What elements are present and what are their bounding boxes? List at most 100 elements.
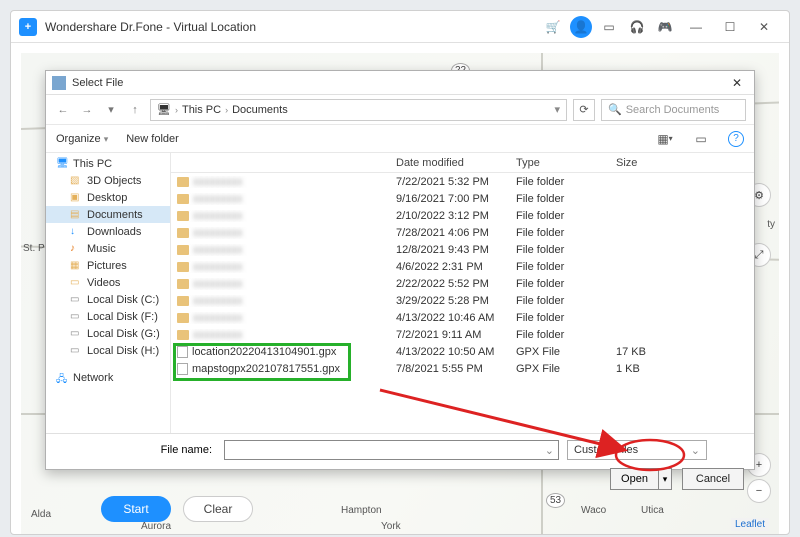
breadcrumb[interactable]: 🖥 › This PC › Documents ▾ bbox=[150, 99, 567, 121]
breadcrumb-sep: › bbox=[225, 105, 228, 115]
tree-item-label: Downloads bbox=[87, 226, 141, 238]
app-titlebar: + Wondershare Dr.Fone - Virtual Location… bbox=[11, 11, 789, 43]
file-row[interactable]: mapstogpx202107817551.gpx7/8/2021 5:55 P… bbox=[171, 360, 754, 377]
support-icon[interactable]: 🎧 bbox=[626, 16, 648, 38]
cancel-button[interactable]: Cancel bbox=[682, 468, 744, 490]
file-date: 9/16/2021 7:00 PM bbox=[396, 193, 516, 205]
folder-row[interactable]: xxxxxxxxx7/2/2021 9:11 AMFile folder bbox=[171, 326, 754, 343]
search-placeholder: Search Documents bbox=[626, 104, 720, 116]
maximize-button[interactable]: ☐ bbox=[716, 16, 744, 38]
new-folder-button[interactable]: New folder bbox=[126, 133, 179, 145]
file-name: xxxxxxxxx bbox=[193, 244, 243, 256]
folder-row[interactable]: xxxxxxxxx7/22/2021 5:32 PMFile folder bbox=[171, 173, 754, 190]
tree-item-documents[interactable]: ▤Documents bbox=[46, 206, 170, 223]
open-button[interactable]: Open ▾ bbox=[610, 468, 672, 490]
file-size: 1 KB bbox=[616, 363, 696, 375]
view-mode-button[interactable]: ▦▾ bbox=[656, 130, 674, 148]
breadcrumb-root[interactable]: This PC bbox=[182, 104, 221, 116]
nav-dropdown-button[interactable]: ▾ bbox=[102, 101, 120, 119]
tree-item-label: Pictures bbox=[87, 260, 127, 272]
tree-item-pictures[interactable]: ▦ Pictures bbox=[46, 257, 170, 274]
tree-item-downloads[interactable]: ↓Downloads bbox=[46, 223, 170, 240]
file-row[interactable]: location20220413104901.gpx4/13/2022 10:5… bbox=[171, 343, 754, 360]
tree-item-label: 3D Objects bbox=[87, 175, 141, 187]
tree-item-label: Music bbox=[87, 243, 116, 255]
clear-button[interactable]: Clear bbox=[183, 496, 253, 522]
folder-row[interactable]: xxxxxxxxx4/6/2022 2:31 PMFile folder bbox=[171, 258, 754, 275]
tree-item-this-pc[interactable]: 🖥This PC bbox=[46, 155, 170, 172]
folder-icon bbox=[177, 262, 189, 272]
folder-icon: ▭ bbox=[70, 277, 82, 289]
file-date: 7/28/2021 4:06 PM bbox=[396, 227, 516, 239]
file-type-filter[interactable]: Custom Files⌄ bbox=[567, 440, 707, 460]
user-icon[interactable]: 👤 bbox=[570, 16, 592, 38]
record-icon[interactable]: ▭ bbox=[598, 16, 620, 38]
tree-item-videos[interactable]: ▭Videos bbox=[46, 274, 170, 291]
folder-tree[interactable]: 🖥This PC ▧ 3D Objects ▣Desktop▤Documents↓Do… bbox=[46, 153, 171, 433]
file-date: 7/22/2021 5:32 PM bbox=[396, 176, 516, 188]
tree-item-3d-objects[interactable]: ▧ 3D Objects bbox=[46, 172, 170, 189]
gamepad-icon[interactable]: 🎮 bbox=[654, 16, 676, 38]
refresh-button[interactable]: ⟳ bbox=[573, 99, 595, 121]
folder-row[interactable]: xxxxxxxxx4/13/2022 10:46 AMFile folder bbox=[171, 309, 754, 326]
nav-back-button[interactable]: ← bbox=[54, 101, 72, 119]
tree-item-network[interactable]: 🖧Network bbox=[46, 369, 170, 386]
search-input[interactable]: 🔍 Search Documents bbox=[601, 99, 746, 121]
dialog-close-button[interactable]: ✕ bbox=[726, 76, 748, 90]
map-label: ty bbox=[767, 219, 775, 230]
col-size[interactable]: Size bbox=[616, 157, 696, 169]
breadcrumb-dropdown-icon[interactable]: ▾ bbox=[554, 103, 560, 116]
filename-input[interactable]: ⌄ bbox=[224, 440, 559, 460]
file-name: xxxxxxxxx bbox=[193, 227, 243, 239]
file-date: 2/22/2022 5:52 PM bbox=[396, 278, 516, 290]
folder-row[interactable]: xxxxxxxxx9/16/2021 7:00 PMFile folder bbox=[171, 190, 754, 207]
folder-icon: ▧ bbox=[70, 175, 82, 187]
folder-row[interactable]: xxxxxxxxx12/8/2021 9:43 PMFile folder bbox=[171, 241, 754, 258]
dialog-toolbar: Organize ▾ New folder ▦▾ ▭ ? bbox=[46, 125, 754, 153]
tree-item-local-disk-c-[interactable]: ▭Local Disk (C:) bbox=[46, 291, 170, 308]
nav-up-button[interactable]: ↑ bbox=[126, 101, 144, 119]
folder-icon: ▤ bbox=[70, 209, 82, 221]
organize-menu[interactable]: Organize ▾ bbox=[56, 133, 108, 145]
file-name: xxxxxxxxx bbox=[193, 210, 243, 222]
file-date: 3/29/2022 5:28 PM bbox=[396, 295, 516, 307]
preview-pane-button[interactable]: ▭ bbox=[692, 130, 710, 148]
tree-item-local-disk-h-[interactable]: ▭Local Disk (H:) bbox=[46, 342, 170, 359]
col-date[interactable]: Date modified bbox=[396, 157, 516, 169]
file-name: mapstogpx202107817551.gpx bbox=[192, 363, 340, 375]
tree-item-local-disk-f-[interactable]: ▭Local Disk (F:) bbox=[46, 308, 170, 325]
folder-row[interactable]: xxxxxxxxx2/22/2022 5:52 PMFile folder bbox=[171, 275, 754, 292]
file-date: 4/13/2022 10:46 AM bbox=[396, 312, 516, 324]
folder-icon bbox=[177, 194, 189, 204]
tree-item-desktop[interactable]: ▣Desktop bbox=[46, 189, 170, 206]
tree-item-local-disk-g-[interactable]: ▭Local Disk (G:) bbox=[46, 325, 170, 342]
open-button-dropdown[interactable]: ▾ bbox=[658, 468, 672, 490]
col-type[interactable]: Type bbox=[516, 157, 616, 169]
file-type: File folder bbox=[516, 244, 616, 256]
tree-item-music[interactable]: ♪Music bbox=[46, 240, 170, 257]
minimize-button[interactable]: — bbox=[682, 16, 710, 38]
tree-item-label: This PC bbox=[73, 158, 112, 170]
folder-row[interactable]: xxxxxxxxx3/29/2022 5:28 PMFile folder bbox=[171, 292, 754, 309]
close-app-button[interactable]: ✕ bbox=[750, 16, 778, 38]
start-button[interactable]: Start bbox=[101, 496, 171, 522]
file-name: xxxxxxxxx bbox=[193, 295, 243, 307]
file-name: location20220413104901.gpx bbox=[192, 346, 336, 358]
folder-icon: ▦ bbox=[70, 260, 82, 272]
open-button-label[interactable]: Open bbox=[610, 468, 658, 490]
folder-row[interactable]: xxxxxxxxx7/28/2021 4:06 PMFile folder bbox=[171, 224, 754, 241]
file-list-header[interactable]: Date modified Type Size bbox=[171, 153, 754, 173]
folder-icon bbox=[177, 279, 189, 289]
folder-row[interactable]: xxxxxxxxx2/10/2022 3:12 PMFile folder bbox=[171, 207, 754, 224]
nav-forward-button[interactable]: → bbox=[78, 101, 96, 119]
cart-icon[interactable]: 🛒 bbox=[542, 16, 564, 38]
file-icon bbox=[177, 363, 188, 375]
tree-item-label: Local Disk (F:) bbox=[87, 311, 158, 323]
breadcrumb-folder[interactable]: Documents bbox=[232, 104, 288, 116]
file-date: 4/6/2022 2:31 PM bbox=[396, 261, 516, 273]
dialog-icon bbox=[52, 76, 66, 90]
app-logo-icon: + bbox=[19, 18, 37, 36]
help-button[interactable]: ? bbox=[728, 131, 744, 147]
file-type: File folder bbox=[516, 210, 616, 222]
file-type: File folder bbox=[516, 278, 616, 290]
